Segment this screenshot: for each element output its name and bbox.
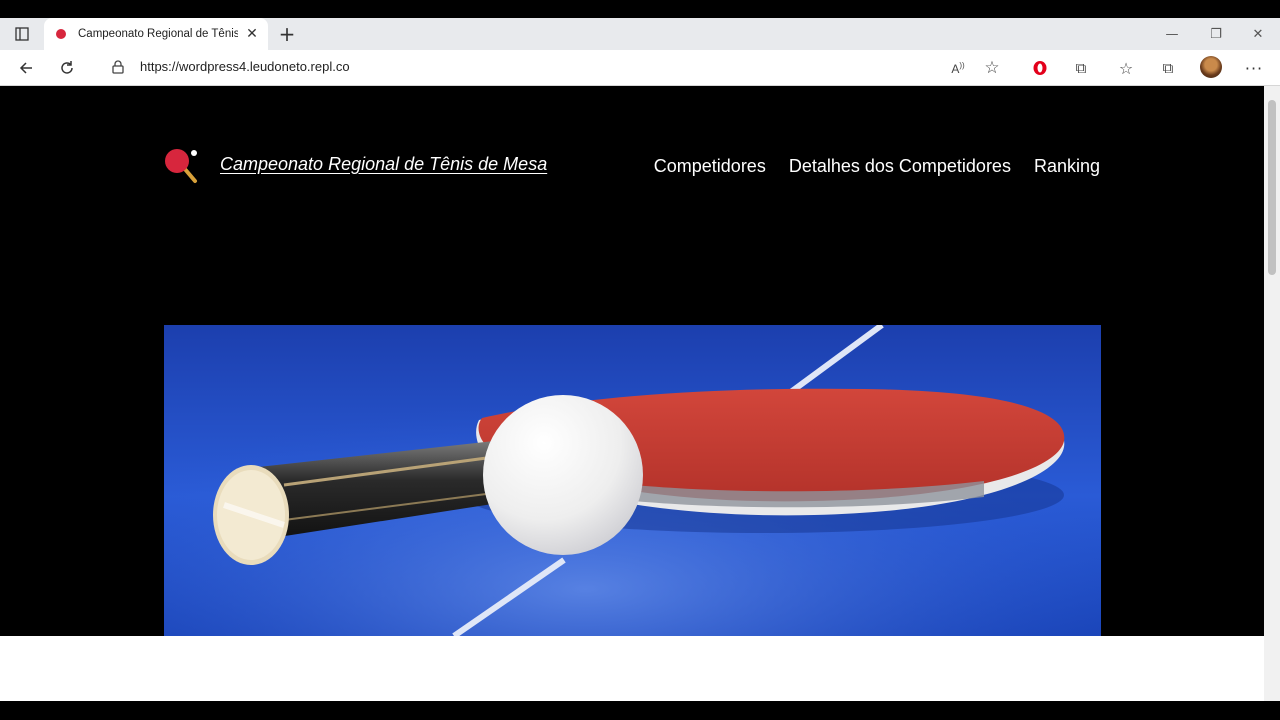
tab-strip: Campeonato Regional de Tênis de Mesa ✕ +…	[0, 18, 1280, 50]
collections-icon: ⧉	[1162, 59, 1174, 77]
hero-image	[164, 325, 1101, 636]
nav-link-detalhes-dos-competidores[interactable]: Detalhes dos Competidores	[789, 156, 1011, 177]
new-tab-button[interactable]: +	[276, 22, 298, 46]
table-tennis-logo-icon[interactable]	[164, 148, 200, 184]
back-button[interactable]	[12, 54, 40, 82]
opera-icon	[1033, 61, 1047, 75]
active-tab[interactable]: Campeonato Regional de Tênis de Mesa ✕	[44, 18, 268, 50]
collections-button[interactable]: ⧉	[1154, 54, 1182, 82]
favorites-button[interactable]: ☆	[1112, 54, 1140, 82]
favorites-icon: ☆	[1118, 58, 1134, 78]
address-bar[interactable]: https://wordpress4.leudoneto.repl.co	[140, 59, 350, 74]
more-icon: ···	[1244, 58, 1264, 78]
window-top-edge	[0, 0, 1280, 18]
tab-actions-icon	[15, 27, 29, 41]
scrollbar-thumb[interactable]	[1268, 100, 1276, 275]
page-content-area	[0, 636, 1264, 701]
close-tab-icon[interactable]: ✕	[244, 26, 260, 42]
close-window-icon[interactable]: ✕	[1236, 18, 1280, 50]
paddle-and-ball-image	[164, 325, 1101, 636]
nav-link-ranking[interactable]: Ranking	[1034, 156, 1100, 177]
puzzle-icon: ⧉	[1075, 59, 1087, 77]
opera-extension-button[interactable]	[1026, 54, 1054, 82]
read-aloud-button[interactable]: A))	[944, 54, 972, 82]
star-plus-icon: ☆	[984, 58, 1000, 78]
site-title-link[interactable]: Campeonato Regional de Tênis de Mesa	[220, 154, 547, 175]
tab-title: Campeonato Regional de Tênis de Mesa	[78, 28, 238, 40]
extensions-button[interactable]: ⧉	[1067, 54, 1095, 82]
add-favorite-button[interactable]: ☆	[978, 54, 1006, 82]
reload-button[interactable]	[53, 54, 81, 82]
read-aloud-icon: A))	[951, 60, 965, 76]
tab-actions-button[interactable]	[8, 23, 36, 45]
restore-icon[interactable]: ❐	[1194, 18, 1238, 50]
back-arrow-icon	[19, 62, 32, 74]
browser-toolbar: https://wordpress4.leudoneto.repl.co A))…	[0, 50, 1280, 86]
page-viewport: Campeonato Regional de Tênis de Mesa Com…	[0, 86, 1264, 701]
profile-avatar[interactable]	[1200, 56, 1222, 78]
reload-icon	[61, 61, 73, 74]
site-favicon-icon	[56, 29, 66, 39]
vertical-scrollbar[interactable]	[1264, 86, 1280, 701]
lock-icon[interactable]	[110, 59, 126, 75]
main-navigation: Competidores Detalhes dos Competidores R…	[654, 156, 1100, 177]
window-bottom-edge	[0, 701, 1280, 720]
more-menu-button[interactable]: ···	[1240, 54, 1268, 82]
minimize-icon[interactable]: —	[1150, 18, 1194, 50]
nav-link-competidores[interactable]: Competidores	[654, 156, 766, 177]
